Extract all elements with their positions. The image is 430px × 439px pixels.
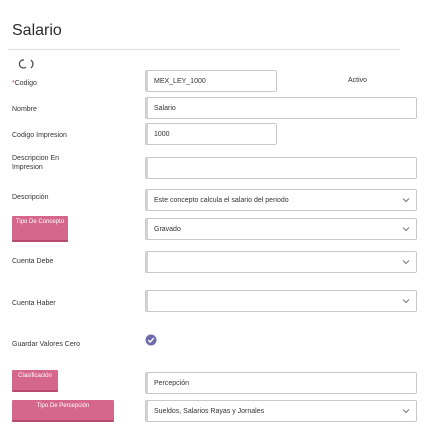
descripcion-impresion-input[interactable]: [145, 157, 417, 179]
codigo-impresion-label: Codigo Impresion: [12, 132, 67, 139]
nombre-value: Salario: [154, 104, 176, 112]
cuenta-debe-select[interactable]: [145, 251, 417, 273]
status-label: Activo: [348, 77, 368, 84]
tipo-concepto-label: Tipo De Concepto: [12, 216, 68, 242]
tipo-percepcion-label: Tipo De Percepción: [12, 400, 114, 422]
codigo-impresion-value: 1000: [154, 130, 170, 138]
descripcion-select[interactable]: Este concepto calcula el salario del per…: [145, 189, 417, 211]
loading-spinner-icon: [18, 56, 36, 74]
guardar-valores-cero-label: Guardar Valores Cero: [12, 341, 80, 348]
chevron-down-icon: [402, 225, 410, 235]
clasificacion-label: Clasificación: [12, 370, 58, 392]
tipo-concepto-select[interactable]: Gravado: [145, 218, 417, 240]
chevron-down-icon: [402, 196, 410, 206]
nombre-label: Nombre: [12, 106, 37, 113]
descripcion-impresion-label: Descripcion En Impresion: [12, 155, 60, 171]
cuenta-haber-label: Cuenta Haber: [12, 300, 56, 307]
tipo-concepto-value: Gravado: [154, 225, 181, 233]
codigo-input[interactable]: MEX_LEY_1000: [145, 70, 277, 92]
clasificacion-value: Percepción: [154, 379, 190, 387]
check-circle-icon: [145, 334, 157, 346]
codigo-value: MEX_LEY_1000: [154, 77, 206, 85]
title-divider: [8, 49, 400, 50]
descripcion-label: Descripción: [12, 194, 49, 201]
page-title: Salario: [12, 22, 62, 39]
chevron-down-icon: [402, 297, 410, 307]
chevron-down-icon: [402, 407, 410, 417]
cuenta-debe-label: Cuenta Debe: [12, 258, 54, 265]
codigo-impresion-input[interactable]: 1000: [145, 123, 277, 145]
tipo-percepcion-value: Sueldos, Salarios Rayas y Jornales: [154, 407, 265, 415]
guardar-valores-cero-checkbox[interactable]: [145, 333, 157, 351]
clasificacion-input[interactable]: Percepción: [145, 372, 417, 394]
codigo-label: *Codigo: [12, 80, 37, 87]
chevron-down-icon: [402, 258, 410, 268]
descripcion-value: Este concepto calcula el salario del per…: [154, 196, 289, 204]
cuenta-haber-select[interactable]: [145, 290, 417, 312]
tipo-percepcion-select[interactable]: Sueldos, Salarios Rayas y Jornales: [145, 400, 417, 422]
nombre-input[interactable]: Salario: [145, 97, 417, 119]
